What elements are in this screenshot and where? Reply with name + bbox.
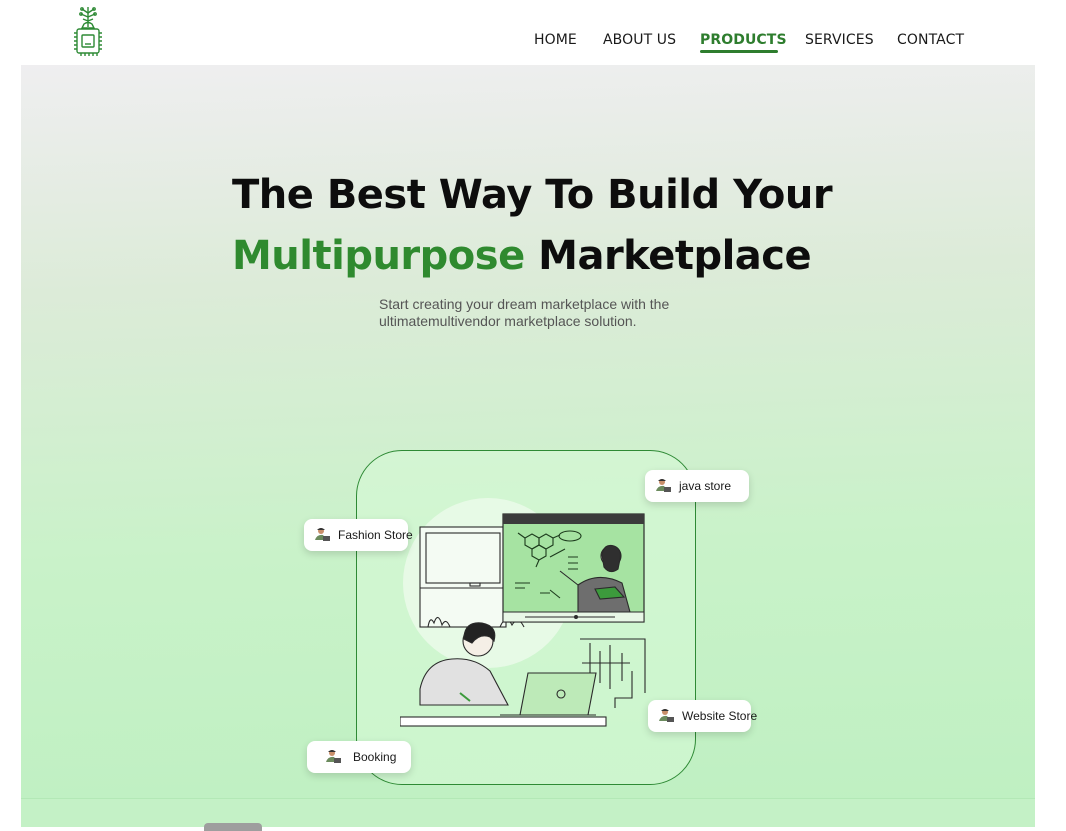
badge-fashion-store-label: Fashion Store: [338, 528, 413, 542]
site-header: HOME ABOUT US PRODUCTS SERVICES CONTACT: [0, 0, 1066, 65]
nav-home[interactable]: HOME: [534, 32, 577, 48]
badge-website-store[interactable]: Website Store: [648, 700, 757, 732]
nav-about-us[interactable]: ABOUT US: [603, 32, 676, 48]
person-laptop-icon: [326, 750, 341, 763]
hero-title-line1: The Best Way To Build Your: [232, 172, 833, 218]
nav-products[interactable]: PRODUCTS: [700, 32, 787, 48]
badge-website-store-label: Website Store: [682, 709, 758, 723]
badge-java-store-label: java store: [679, 479, 732, 493]
nav-services[interactable]: SERVICES: [805, 32, 874, 48]
person-laptop-icon: [659, 709, 674, 722]
hero-subtitle-line1: Start creating your dream marketplace wi…: [379, 296, 670, 312]
hero-title-accent: Multipurpose: [232, 233, 525, 279]
next-section-tab: [204, 823, 262, 831]
badge-booking[interactable]: Booking: [307, 741, 411, 773]
hero-title-line2: Multipurpose Marketplace: [232, 233, 812, 279]
person-laptop-icon: [656, 479, 671, 492]
person-laptop-icon: [315, 528, 330, 541]
hero-bottom-band: [21, 798, 1035, 827]
nav-active-underline: [700, 50, 778, 53]
hero-subtitle-line2: ultimatemultivendor marketplace solution…: [379, 313, 637, 329]
main-nav: HOME ABOUT US PRODUCTS SERVICES CONTACT: [0, 32, 1066, 56]
hero-subtitle: Start creating your dream marketplace wi…: [379, 296, 699, 330]
nav-contact[interactable]: CONTACT: [897, 32, 964, 48]
online-learning-illustration: [400, 498, 646, 727]
badge-booking-label: Booking: [353, 750, 397, 764]
badge-fashion-store[interactable]: Fashion Store: [304, 519, 413, 551]
badge-java-store[interactable]: java store: [645, 470, 749, 502]
hero-title-rest: Marketplace: [524, 233, 812, 279]
